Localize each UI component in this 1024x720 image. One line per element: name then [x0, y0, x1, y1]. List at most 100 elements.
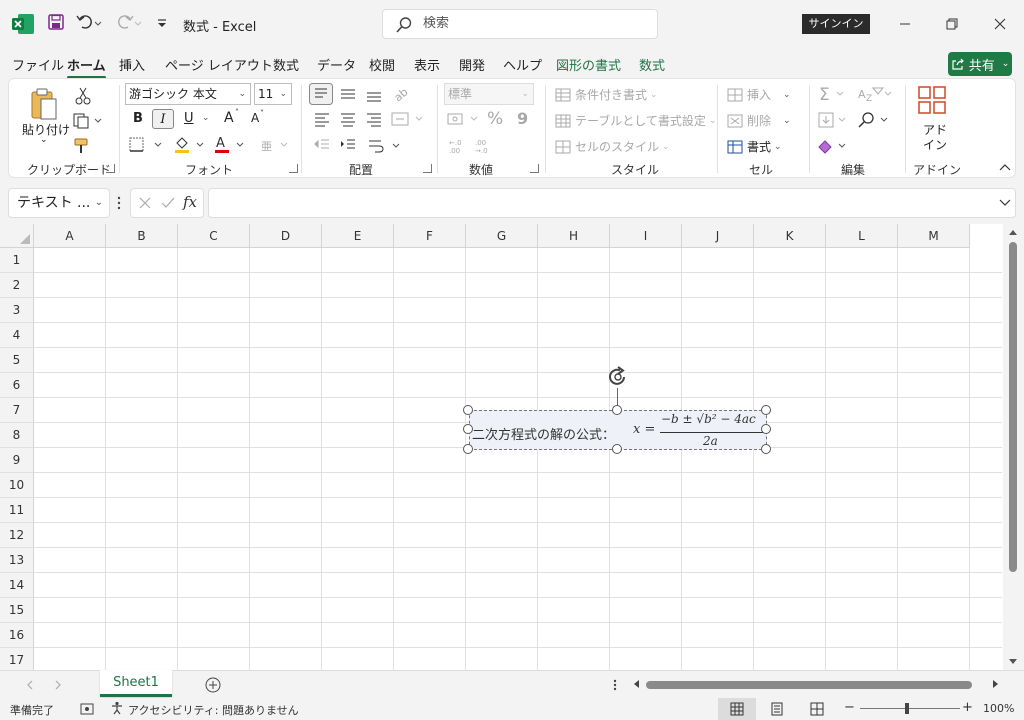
customize-quick-access-icon[interactable] — [156, 14, 168, 32]
accessibility-icon[interactable] — [110, 701, 124, 715]
font-name-select[interactable]: 游ゴシック 本文 ⌄ — [125, 83, 251, 105]
scroll-down-icon[interactable] — [1008, 658, 1018, 666]
shrink-font-button[interactable]: A — [251, 111, 259, 125]
phonetic-guide-icon[interactable]: 亜 — [259, 137, 293, 153]
accounting-format-icon[interactable] — [447, 111, 481, 127]
conditional-formatting-button[interactable]: 条件付き書式 ⌄ — [555, 86, 658, 103]
column-header[interactable]: H — [538, 224, 610, 248]
new-sheet-icon[interactable] — [205, 677, 221, 693]
alignment-launcher-icon[interactable] — [423, 164, 432, 173]
paste-chevron-icon[interactable]: ⌄ — [40, 135, 48, 145]
row-header[interactable]: 15 — [0, 598, 34, 623]
underline-button[interactable]: U — [184, 111, 194, 126]
column-header[interactable]: A — [34, 224, 106, 248]
tab-shape-format[interactable]: 図形の書式 — [556, 55, 621, 74]
zoom-level[interactable]: 100% — [983, 702, 1014, 715]
format-cells-button[interactable]: 書式 ⌄ — [727, 138, 782, 155]
orientation-icon[interactable]: ab — [391, 83, 411, 103]
row-header[interactable]: 16 — [0, 623, 34, 648]
row-header[interactable]: 2 — [0, 273, 34, 298]
row-header[interactable]: 14 — [0, 573, 34, 598]
row-header[interactable]: 12 — [0, 523, 34, 548]
clear-icon[interactable] — [817, 137, 851, 155]
cut-icon[interactable] — [75, 87, 91, 105]
middle-align-icon[interactable] — [339, 85, 357, 103]
column-header[interactable]: K — [754, 224, 826, 248]
normal-view-icon[interactable] — [730, 702, 744, 716]
zoom-out-button[interactable]: − — [844, 700, 855, 715]
hscroll-left-icon[interactable] — [632, 679, 640, 689]
cancel-entry-icon[interactable] — [139, 197, 151, 209]
page-break-view-icon[interactable] — [810, 702, 824, 716]
row-header[interactable]: 11 — [0, 498, 34, 523]
collapse-ribbon-icon[interactable] — [999, 162, 1011, 172]
redo-icon[interactable] — [116, 14, 142, 32]
tab-help[interactable]: ヘルプ — [503, 55, 542, 74]
row-header[interactable]: 7 — [0, 398, 34, 423]
borders-icon[interactable] — [129, 137, 163, 153]
search-box[interactable] — [382, 9, 658, 39]
italic-button[interactable]: I — [152, 109, 174, 129]
resize-handle-s[interactable] — [612, 444, 622, 454]
grow-font-button[interactable]: A — [224, 110, 234, 126]
align-left-icon[interactable] — [313, 111, 331, 127]
align-right-icon[interactable] — [365, 111, 383, 127]
name-box[interactable]: テキスト ... ⌄ — [8, 188, 110, 218]
column-header[interactable]: J — [682, 224, 754, 248]
clipboard-launcher-icon[interactable] — [106, 164, 115, 173]
resize-handle-ne[interactable] — [761, 405, 771, 415]
scroll-up-icon[interactable] — [1008, 228, 1018, 236]
increase-decimal-icon[interactable]: ←.0.00 — [447, 137, 469, 155]
column-header[interactable]: D — [250, 224, 322, 248]
row-header[interactable]: 3 — [0, 298, 34, 323]
vertical-scroll-thumb[interactable] — [1009, 242, 1017, 572]
zoom-in-button[interactable]: + — [962, 700, 973, 715]
font-size-select[interactable]: 11 ⌄ — [254, 83, 292, 105]
confirm-entry-icon[interactable] — [161, 197, 175, 209]
page-layout-view-icon[interactable] — [770, 702, 784, 716]
font-color-icon[interactable]: A — [213, 135, 249, 155]
rotate-handle-icon[interactable] — [606, 366, 630, 388]
zoom-slider[interactable] — [860, 708, 960, 709]
column-header[interactable]: F — [394, 224, 466, 248]
bottom-align-icon[interactable] — [365, 85, 383, 103]
percent-button[interactable]: % — [487, 109, 503, 129]
decrease-indent-icon[interactable] — [313, 137, 331, 153]
minimize-button[interactable] — [890, 10, 920, 38]
tab-file[interactable]: ファイル — [12, 55, 64, 74]
horizontal-scroll-thumb[interactable] — [646, 681, 972, 689]
column-header[interactable]: E — [322, 224, 394, 248]
macro-record-icon[interactable] — [80, 702, 94, 716]
row-header[interactable]: 6 — [0, 373, 34, 398]
paste-icon[interactable] — [29, 87, 59, 121]
top-align-icon[interactable] — [309, 83, 333, 105]
column-header[interactable]: I — [610, 224, 682, 248]
row-header[interactable]: 5 — [0, 348, 34, 373]
resize-handle-w[interactable] — [463, 424, 473, 434]
delete-cells-button[interactable]: 削除 ⌄ — [727, 112, 791, 129]
formula-bar-more-icon[interactable] — [116, 196, 122, 210]
sort-filter-icon[interactable]: AZ — [857, 85, 891, 103]
row-header[interactable]: 9 — [0, 448, 34, 473]
number-format-select[interactable]: 標準 ⌄ — [444, 83, 534, 105]
sheet-tab[interactable]: Sheet1 — [100, 670, 172, 697]
tab-equation[interactable]: 数式 — [639, 55, 665, 74]
copy-icon[interactable] — [73, 113, 103, 129]
column-header[interactable]: B — [106, 224, 178, 248]
column-header[interactable]: L — [826, 224, 898, 248]
close-button[interactable] — [985, 10, 1015, 38]
scroll-tabs-left-icon[interactable] — [26, 680, 34, 690]
resize-handle-se[interactable] — [761, 444, 771, 454]
row-header[interactable]: 4 — [0, 323, 34, 348]
column-header[interactable]: C — [178, 224, 250, 248]
zoom-slider-thumb[interactable] — [905, 703, 909, 714]
format-painter-icon[interactable] — [73, 137, 91, 155]
decrease-decimal-icon[interactable]: .00→.0 — [473, 137, 495, 155]
name-box-chevron-icon[interactable]: ⌄ — [95, 189, 103, 217]
tab-page-layout[interactable]: ページ レイアウト — [165, 55, 273, 74]
resize-handle-n[interactable] — [612, 405, 622, 415]
wrap-text-icon[interactable] — [367, 137, 401, 155]
comma-style-button[interactable]: 9 — [517, 109, 528, 128]
search-input[interactable] — [423, 16, 643, 31]
resize-handle-e[interactable] — [761, 424, 771, 434]
